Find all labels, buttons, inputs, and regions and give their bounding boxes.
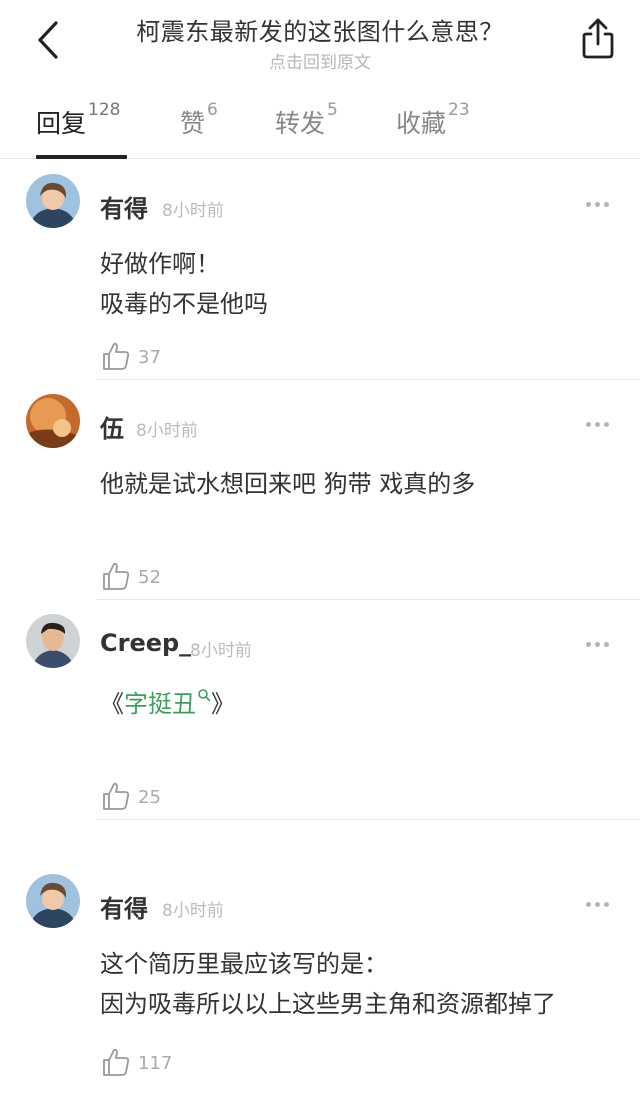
comment-item: Creep_ 8小时前 《字挺丑》 25 [0, 600, 640, 820]
comment-item: 有得 8小时前 好做作啊！ 吸毒的不是他吗 37 [0, 160, 640, 380]
tab-count: 23 [448, 100, 470, 120]
comment-text: 《字挺丑》 [100, 684, 235, 724]
thumbs-up-icon [103, 782, 130, 810]
back-button[interactable] [30, 18, 70, 62]
username[interactable]: 伍 [100, 409, 124, 444]
tab-replies[interactable]: 回复 128 [36, 100, 120, 158]
comment-line: 好做作啊！ [100, 250, 220, 278]
more-dot [604, 202, 609, 207]
more-dot [586, 202, 591, 207]
more-options-button[interactable] [580, 414, 616, 434]
comment-line: 这个简历里最应该写的是： [100, 950, 388, 978]
orange-photo-avatar [26, 394, 80, 448]
comment-item: 有得 8小时前 这个简历里最应该写的是： 因为吸毒所以以上这些男主角和资源都掉了… [0, 860, 640, 1096]
comment-line: 因为吸毒所以以上这些男主角和资源都掉了 [100, 990, 556, 1018]
tab-count: 128 [88, 100, 121, 120]
blue-hoodie-avatar [26, 874, 80, 928]
app-root: 柯震东最新发的这张图什么意思？ 点击回到原文 回复 128 赞6 转发 5 收藏 23 [0, 0, 640, 1096]
more-dot [595, 902, 600, 907]
more-options-button[interactable] [580, 894, 616, 914]
page-title: 柯震东最新发的这张图什么意思？ [136, 18, 504, 46]
share-icon [582, 18, 614, 59]
timestamp: 8小时前 [162, 201, 224, 221]
username[interactable]: 有得 [100, 189, 148, 224]
avatar[interactable] [26, 394, 80, 448]
top-bar: 柯震东最新发的这张图什么意思？ 点击回到原文 [0, 0, 640, 80]
thumbs-up-icon [103, 342, 130, 370]
more-dot [595, 422, 600, 427]
share-button[interactable] [576, 16, 620, 62]
like-count: 52 [138, 567, 161, 588]
avatar[interactable] [26, 174, 80, 228]
more-dot [586, 422, 591, 427]
chevron-left-icon [38, 21, 58, 59]
like-button[interactable]: 52 [100, 560, 161, 594]
more-dot [604, 642, 609, 647]
comment-item: 伍 8小时前 他就是试水想回来吧 狗带 戏真的多 52 [0, 380, 640, 600]
divider [97, 819, 640, 820]
comment-line: 他就是试水想回来吧 狗带 戏真的多 [100, 470, 476, 498]
more-options-button[interactable] [580, 634, 616, 654]
avatar[interactable] [26, 614, 80, 668]
tab-likes[interactable]: 赞6 [180, 100, 218, 158]
portrait-avatar [26, 614, 80, 668]
more-dot [604, 422, 609, 427]
more-options-button[interactable] [580, 194, 616, 214]
timestamp: 8小时前 [162, 901, 224, 921]
more-dot [604, 902, 609, 907]
like-count: 37 [138, 347, 161, 368]
comment-line: 吸毒的不是他吗 [100, 290, 268, 318]
thumbs-up-icon [103, 562, 130, 590]
more-dot [586, 642, 591, 647]
comment-text: 好做作啊！ 吸毒的不是他吗 [100, 244, 268, 324]
like-button[interactable]: 25 [100, 780, 161, 814]
avatar[interactable] [26, 874, 80, 928]
search-link[interactable]: 字挺丑 [124, 689, 211, 718]
search-icon [198, 689, 211, 702]
blue-hoodie-avatar [26, 174, 80, 228]
active-tab-indicator [36, 155, 127, 159]
quote-close: 》 [211, 690, 235, 718]
like-count: 117 [138, 1053, 173, 1074]
username[interactable]: Creep_ [100, 629, 191, 657]
tab-count: 6 [207, 100, 218, 120]
more-dot [595, 642, 600, 647]
timestamp: 8小时前 [136, 421, 198, 441]
comment-text: 他就是试水想回来吧 狗带 戏真的多 [100, 464, 475, 504]
tab-reposts[interactable]: 转发 5 [275, 100, 338, 158]
more-dot [595, 202, 600, 207]
tab-label: 赞 [180, 109, 206, 138]
search-link-text: 字挺丑 [124, 690, 196, 718]
tab-favorites[interactable]: 收藏 23 [396, 100, 470, 158]
back-to-original-link[interactable]: 点击回到原文 [90, 48, 550, 73]
tab-label: 收藏 [396, 109, 447, 138]
like-button[interactable]: 117 [100, 1046, 172, 1080]
tab-label: 回复 [36, 109, 87, 138]
more-dot [586, 902, 591, 907]
tab-label: 转发 [275, 109, 326, 138]
timestamp: 8小时前 [190, 641, 252, 661]
like-count: 25 [138, 787, 161, 808]
username[interactable]: 有得 [100, 889, 148, 924]
comment-text: 这个简历里最应该写的是： 因为吸毒所以以上这些男主角和资源都掉了 [100, 944, 556, 1024]
tab-bar: 回复 128 赞6 转发 5 收藏 23 [0, 90, 640, 159]
like-button[interactable]: 37 [100, 340, 161, 374]
quote-open: 《 [100, 690, 124, 718]
thumbs-up-icon [103, 1048, 130, 1076]
tab-count: 5 [327, 100, 338, 120]
